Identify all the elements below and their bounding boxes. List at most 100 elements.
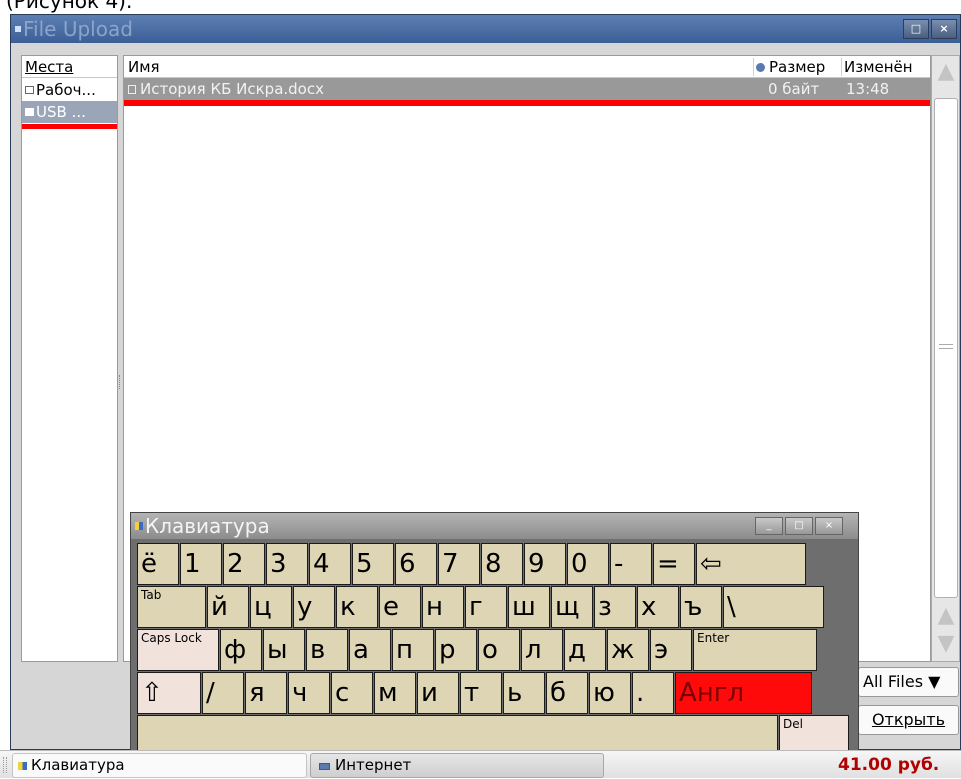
table-row[interactable]: История КБ Искра.docx 0 байт 13:48 <box>124 78 930 100</box>
key-4[interactable]: 4 <box>309 543 351 585</box>
keyboard-icon <box>18 762 27 770</box>
window-icon <box>15 26 21 32</box>
key-ц[interactable]: ц <box>250 586 292 628</box>
key-н[interactable]: н <box>422 586 464 628</box>
open-button[interactable]: Открыть <box>858 705 959 735</box>
key-к[interactable]: к <box>336 586 378 628</box>
file-type-filter-select[interactable]: All Files ▼ <box>858 667 959 697</box>
key-т[interactable]: т <box>460 672 502 714</box>
maximize-button[interactable]: □ <box>903 19 929 39</box>
highlight-underline <box>124 100 930 106</box>
key-Tab[interactable]: Tab <box>137 586 206 628</box>
key-в[interactable]: в <box>306 629 348 671</box>
key-2[interactable]: 2 <box>223 543 265 585</box>
key-Del[interactable]: Del <box>779 715 849 755</box>
key-и[interactable]: и <box>417 672 459 714</box>
close-button[interactable]: × <box>931 19 957 39</box>
key-з[interactable]: з <box>594 586 636 628</box>
key-caps-lock[interactable]: Caps Lock <box>137 629 219 671</box>
key-л[interactable]: л <box>521 629 563 671</box>
key-ё[interactable]: ё <box>137 543 179 585</box>
key-б[interactable]: б <box>546 672 588 714</box>
key-р[interactable]: р <box>435 629 477 671</box>
onscreen-keyboard-window: Клавиатура _ □ × ё 1 2 3 4 5 6 7 8 9 0- = ⇦ Tab й ц у к е н… <box>130 512 859 758</box>
key-ю[interactable]: ю <box>589 672 631 714</box>
column-header-modified[interactable]: Изменён <box>844 56 913 78</box>
title-bar[interactable]: File Upload □ × <box>11 15 960 43</box>
key-5[interactable]: 5 <box>352 543 394 585</box>
taskbar-item-keyboard[interactable]: Клавиатура <box>12 753 307 778</box>
places-pane: Места Рабоч... USB ... <box>21 55 118 662</box>
places-header[interactable]: Места <box>22 56 117 78</box>
taskbar-grip <box>3 757 7 773</box>
key-space[interactable] <box>137 715 778 755</box>
scroll-thumb[interactable] <box>934 98 958 598</box>
highlight-underline <box>22 124 117 129</box>
key-щ[interactable]: щ <box>551 586 593 628</box>
key-я[interactable]: я <box>245 672 287 714</box>
column-header-name[interactable]: Имя <box>128 56 160 78</box>
key-6[interactable]: 6 <box>395 543 437 585</box>
key-е[interactable]: е <box>379 586 421 628</box>
key-д[interactable]: д <box>564 629 606 671</box>
drive-icon <box>25 108 34 116</box>
taskbar: Клавиатура Интернет 41.00 руб. <box>0 750 961 778</box>
key-ъ[interactable]: ъ <box>680 586 722 628</box>
scroll-up-arrow[interactable]: ▲ <box>934 58 958 86</box>
key-1[interactable]: 1 <box>180 543 222 585</box>
key-/[interactable]: / <box>202 672 244 714</box>
file-size: 0 байт <box>768 80 820 98</box>
key-э[interactable]: э <box>650 629 692 671</box>
place-label: Рабоч... <box>36 81 96 99</box>
key-7[interactable]: 7 <box>438 543 480 585</box>
document-icon <box>128 85 136 94</box>
window-icon <box>319 763 330 770</box>
key-0[interactable]: 0 <box>567 543 609 585</box>
key-ь[interactable]: ь <box>503 672 545 714</box>
key-у[interactable]: у <box>293 586 335 628</box>
file-name: История КБ Искра.docx <box>140 80 324 98</box>
key-language-toggle[interactable]: Англ <box>675 672 812 714</box>
key-м[interactable]: м <box>374 672 416 714</box>
place-item-usb[interactable]: USB ... <box>22 101 117 123</box>
column-divider <box>753 58 754 76</box>
scroll-up-arrow-lower[interactable]: ▲ <box>934 604 958 628</box>
key-й[interactable]: й <box>207 586 249 628</box>
key-о[interactable]: о <box>478 629 520 671</box>
key-backspace[interactable]: ⇦ <box>696 543 806 585</box>
key-=[interactable]: = <box>653 543 695 585</box>
place-item-desktop[interactable]: Рабоч... <box>22 79 117 101</box>
column-divider <box>841 58 842 76</box>
thumb-grip <box>939 344 953 349</box>
splitter-grip <box>119 375 121 389</box>
key-ш[interactable]: ш <box>508 586 550 628</box>
file-modified: 13:48 <box>846 80 890 98</box>
folder-icon <box>25 86 34 94</box>
vertical-scrollbar[interactable]: ▲ ▲ ▼ <box>931 55 960 662</box>
taskbar-item-internet[interactable]: Интернет <box>310 753 604 778</box>
key-.[interactable]: . <box>632 672 674 714</box>
key-п[interactable]: п <box>392 629 434 671</box>
column-header-size[interactable]: Размер <box>769 56 825 78</box>
key-8[interactable]: 8 <box>481 543 523 585</box>
key-а[interactable]: а <box>349 629 391 671</box>
taskbar-item-label: Интернет <box>335 756 412 774</box>
key-\[interactable]: \ <box>723 586 824 628</box>
key-shift[interactable]: ⇧ <box>137 672 201 714</box>
scroll-down-arrow[interactable]: ▼ <box>934 632 958 656</box>
keyboard-keys: ё 1 2 3 4 5 6 7 8 9 0- = ⇦ Tab й ц у к е н г ш щ з х ъ \ Caps Lock ф… <box>131 513 858 757</box>
key-с[interactable]: с <box>331 672 373 714</box>
key-9[interactable]: 9 <box>524 543 566 585</box>
key-ф[interactable]: ф <box>220 629 262 671</box>
key-Enter[interactable]: Enter <box>693 629 817 671</box>
window-title: File Upload <box>23 17 133 41</box>
key-г[interactable]: г <box>465 586 507 628</box>
key-ж[interactable]: ж <box>607 629 649 671</box>
file-list-header: Имя Размер Изменён <box>124 56 930 78</box>
key-3[interactable]: 3 <box>266 543 308 585</box>
place-label: USB ... <box>36 103 86 121</box>
key-ы[interactable]: ы <box>263 629 305 671</box>
key-х[interactable]: х <box>637 586 679 628</box>
key--[interactable]: - <box>610 543 652 585</box>
key-ч[interactable]: ч <box>288 672 330 714</box>
